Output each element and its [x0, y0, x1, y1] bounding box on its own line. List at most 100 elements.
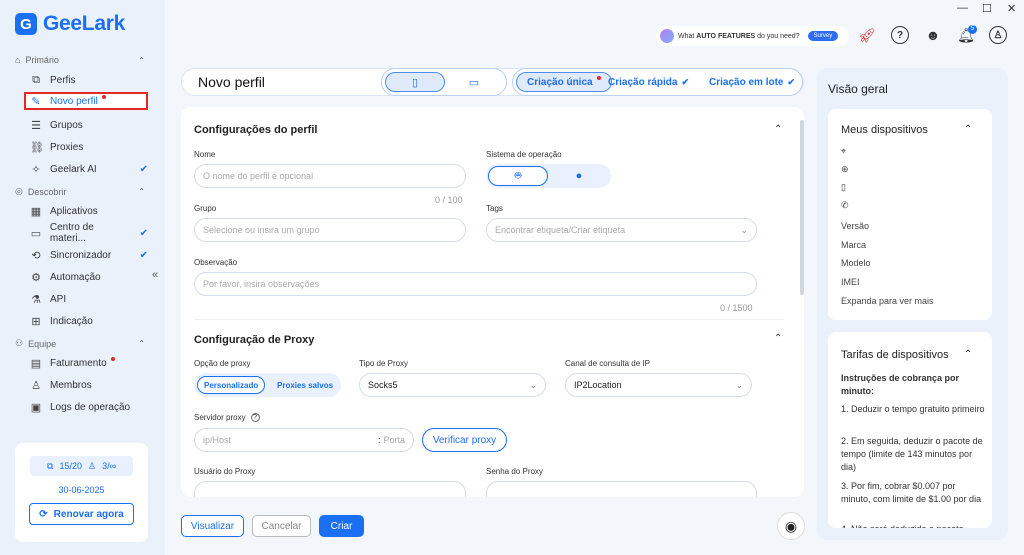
preview-button[interactable]: Visualizar: [181, 515, 244, 537]
chevron-up-icon[interactable]: ⌃: [774, 124, 782, 135]
tab-batch-creation[interactable]: Criação em lote ✔: [709, 72, 795, 92]
chevron-up-icon[interactable]: ⌃: [964, 349, 972, 360]
sidebar-item-proxies[interactable]: ⛓ Proxies: [30, 138, 148, 156]
tab-quick-creation[interactable]: Criação rápida ✔: [608, 72, 689, 92]
network-icon: ⛓: [30, 141, 44, 154]
group-input[interactable]: Selecione ou insira um grupo: [194, 218, 466, 242]
user-icon: ♙: [31, 379, 41, 392]
maximize-button[interactable]: ☐: [982, 2, 992, 15]
sidebar-item-label: Geelark AI: [50, 163, 97, 175]
vip-icon: ✔: [139, 249, 148, 261]
close-button[interactable]: ✕: [1007, 2, 1016, 15]
proxy-server-label-row: Servidor proxy ?: [194, 413, 260, 422]
assistant-fab[interactable]: ◉: [777, 512, 805, 540]
sidebar-section-primary[interactable]: ⌂ Primário ⌃: [15, 55, 145, 65]
device-rates-title: Tarifas de dispositivos: [841, 349, 949, 361]
form-scrollbar[interactable]: [800, 120, 804, 295]
host-placeholder: ip/Host: [203, 435, 232, 445]
proxy-server-label: Servidor proxy: [194, 413, 246, 422]
profiles-icon: ⧉: [32, 73, 40, 86]
sidebar-item-synchronizer[interactable]: ⟲ Sincronizador ✔: [30, 246, 148, 264]
rates-step-1: 1. Deduzir o tempo gratuito primeiro: [841, 404, 985, 414]
sidebar-item-automation[interactable]: ⚙ Automação: [30, 268, 148, 286]
notes-label: Observação: [194, 258, 238, 267]
phone-option[interactable]: ▯: [385, 72, 445, 92]
chevron-up-icon[interactable]: ⌃: [964, 124, 972, 135]
sidebar-item-label: Membros: [50, 379, 92, 391]
edit-icon: ✎: [31, 95, 41, 108]
sidebar-item-profiles[interactable]: ⧉ Perfis: [30, 71, 148, 89]
sidebar-item-members[interactable]: ♙ Membros: [30, 376, 148, 394]
proxy-option-saved[interactable]: Proxies salvos: [271, 376, 339, 394]
renew-button[interactable]: ⟳ Renovar agora: [29, 503, 134, 525]
os-toggle: 🤖︎ ●: [486, 164, 611, 188]
proxy-host-input[interactable]: ip/Host : Porta: [194, 428, 414, 452]
minimize-button[interactable]: —: [957, 2, 968, 14]
sidebar-item-geelark-ai[interactable]: ✧ Geelark AI ✔: [30, 160, 148, 178]
verify-proxy-button[interactable]: Verificar proxy: [422, 428, 507, 452]
tab-single-creation[interactable]: Criação única: [516, 72, 612, 92]
os-label: Sistema de operação: [486, 150, 562, 159]
chevron-up-icon: ⌃: [138, 187, 145, 196]
host-port-separator: :: [377, 435, 381, 445]
ip-channel-select[interactable]: IP2Location ⌄: [565, 373, 752, 397]
ip-channel-label: Canal de consulta de IP: [565, 359, 650, 368]
ip-channel-value: IP2Location: [574, 380, 622, 390]
proxy-password-input[interactable]: [486, 481, 757, 497]
ios-option[interactable]: ●: [549, 166, 609, 186]
app-logo[interactable]: G GeeLark: [15, 12, 125, 36]
sidebar-item-billing[interactable]: ▤ Faturamento: [30, 354, 148, 372]
sidebar-item-groups[interactable]: ☰ Grupos: [30, 116, 148, 134]
sidebar-item-logs[interactable]: ▣ Logs de operação: [30, 398, 148, 416]
sidebar-section-team[interactable]: ⚇ Equipe ⌃: [15, 338, 145, 349]
rocket-icon[interactable]: 🚀︎: [858, 26, 876, 44]
notes-input[interactable]: Por favor, insira observações: [194, 272, 757, 296]
support-icon[interactable]: ☻: [924, 26, 942, 44]
tags-label: Tags: [486, 204, 503, 213]
name-input[interactable]: O nome do perfil é opcional: [194, 164, 466, 188]
proxy-option-custom[interactable]: Personalizado: [197, 376, 266, 394]
proxy-type-select[interactable]: Socks5 ⌄: [359, 373, 546, 397]
gift-icon: ⊞: [31, 315, 41, 328]
cancel-button[interactable]: Cancelar: [252, 515, 311, 537]
laptop-icon: ▭: [468, 76, 480, 89]
compass-icon: ◎: [15, 186, 23, 196]
tab-label: Criação única: [527, 76, 593, 88]
survey-button[interactable]: Survey: [807, 31, 839, 41]
phone-call-icon: ✆: [841, 200, 849, 210]
notification-count: 5: [968, 25, 977, 34]
chat-icon: [660, 29, 674, 43]
globe-icon: ⊕: [841, 164, 849, 174]
help-icon[interactable]: ?: [891, 26, 909, 44]
android-option[interactable]: 🤖︎: [488, 166, 548, 186]
account-icon[interactable]: ♙: [989, 26, 1007, 44]
sidebar-item-label: Perfis: [50, 74, 76, 86]
create-button[interactable]: Criar: [319, 515, 364, 537]
sidebar-item-label: Novo perfil: [50, 95, 98, 107]
sidebar-item-api[interactable]: ⚗ API: [30, 290, 148, 308]
chevron-up-icon: ⌃: [138, 55, 145, 65]
help-icon[interactable]: ?: [250, 413, 260, 422]
proxy-type-label: Tipo de Proxy: [359, 359, 409, 368]
plan-usage: ⧉ 15/20 ♙ 3/∞: [30, 456, 133, 476]
tags-select[interactable]: Encontrar etiqueta/Criar etiqueta ⌄: [486, 218, 757, 242]
proxy-option-label: Opção de proxy: [194, 359, 251, 368]
sidebar-item-label: Faturamento: [50, 357, 107, 369]
chevron-up-icon[interactable]: ⌃: [774, 333, 782, 344]
sidebar-item-new-profile[interactable]: ✎ Novo perfil: [24, 92, 148, 110]
location-icon: ⌖: [841, 146, 847, 156]
sidebar-section-discover[interactable]: ◎ Descobrir ⌃: [15, 186, 145, 197]
sidebar-item-label: Sincronizador: [50, 249, 112, 261]
proxy-user-input[interactable]: [194, 481, 466, 497]
chevron-down-icon: ⌄: [735, 379, 743, 390]
app-name: GeeLark: [43, 12, 125, 35]
chevron-down-icon: ⌄: [740, 224, 748, 235]
desktop-option[interactable]: ▭: [444, 72, 504, 92]
sidebar-item-material-center[interactable]: ▭ Centro de materi... ✔: [30, 222, 148, 244]
proxy-type-value: Socks5: [368, 380, 398, 390]
sidebar-item-apps[interactable]: ▦ Aplicativos: [30, 202, 148, 220]
collapse-sidebar-icon[interactable]: «: [152, 269, 158, 281]
survey-banner[interactable]: What AUTO FEATURES do you need? Survey: [656, 26, 849, 46]
sidebar-item-referral[interactable]: ⊞ Indicação: [30, 312, 148, 330]
expand-more-link[interactable]: Expanda para ver mais: [841, 296, 934, 306]
